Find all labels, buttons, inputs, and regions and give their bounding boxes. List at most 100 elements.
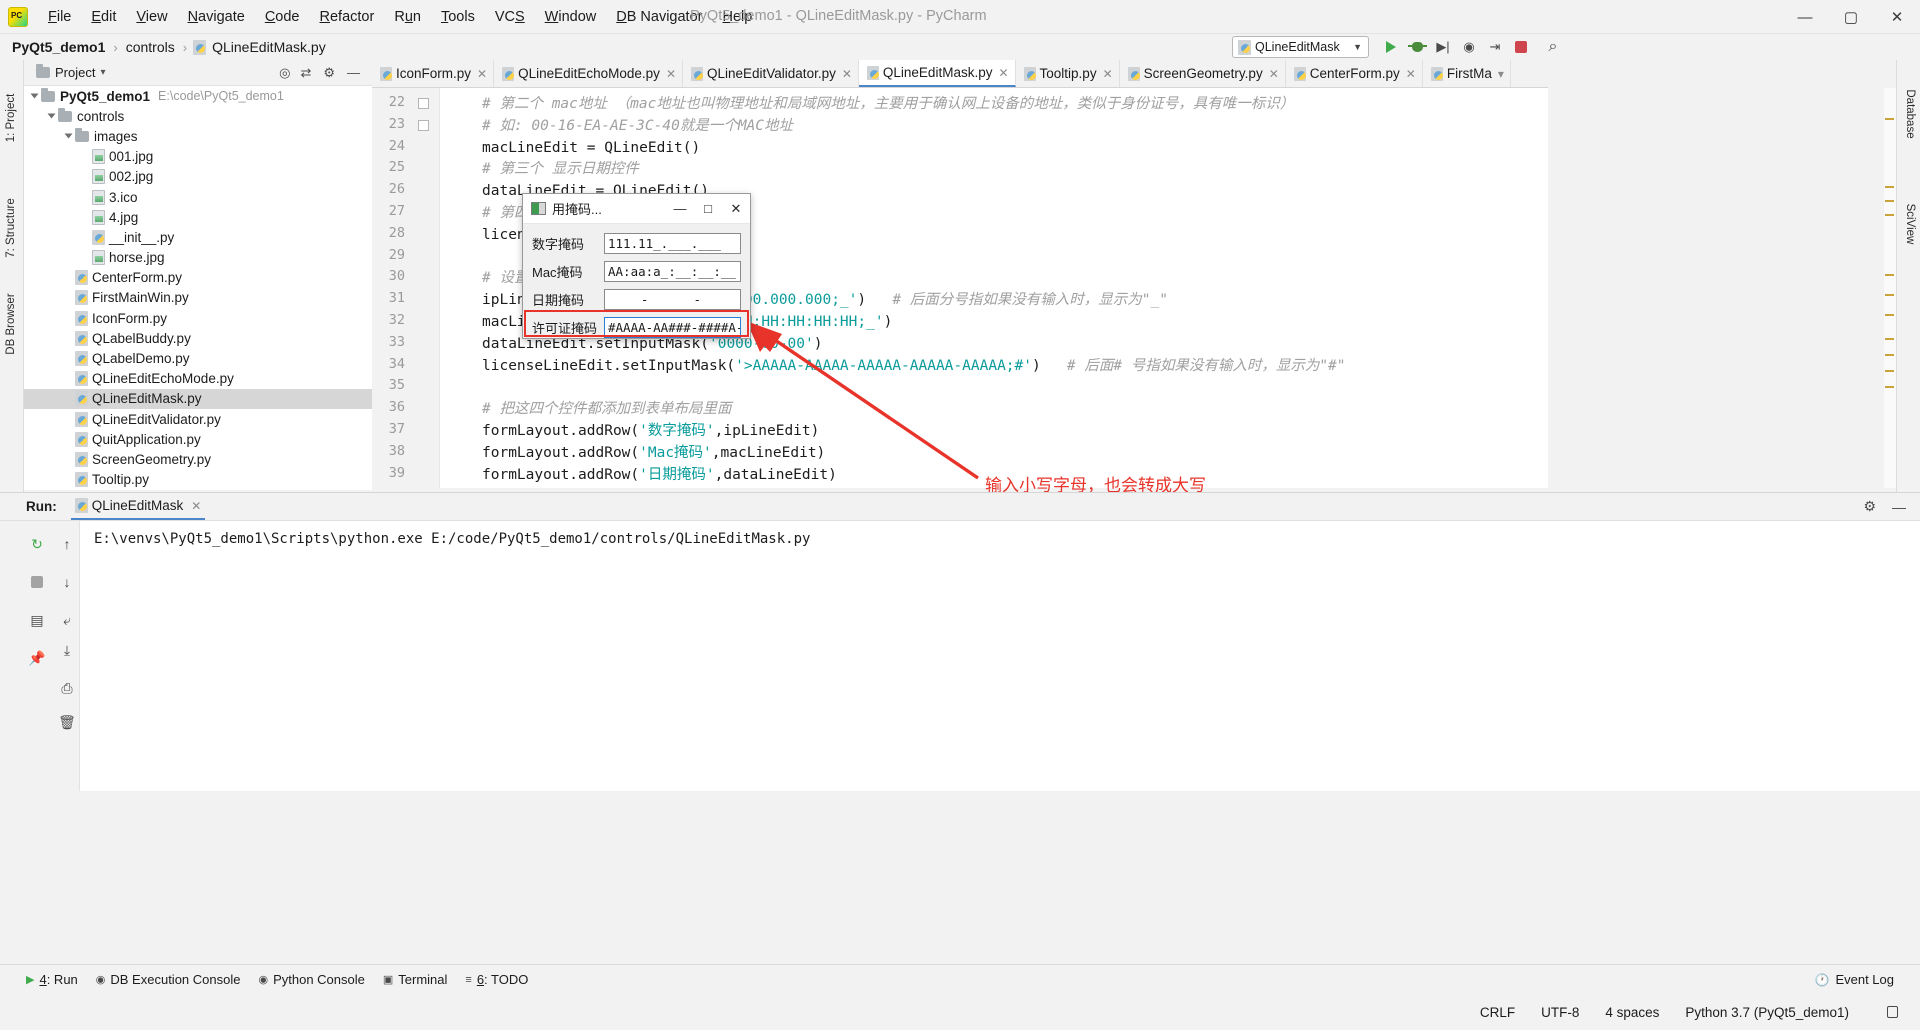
attach-process-button[interactable]: ⇥ xyxy=(1484,36,1506,58)
sidebar-item-database[interactable]: Database xyxy=(1904,74,1916,154)
input-date-mask[interactable]: - - xyxy=(604,288,741,310)
tab-iconform[interactable]: IconForm.py ✕ xyxy=(372,60,495,87)
tab-qlineeditechomode[interactable]: QLineEditEchoMode.py ✕ xyxy=(494,60,683,87)
menu-file[interactable]: File xyxy=(38,6,81,28)
chevron-down-icon[interactable] xyxy=(30,93,39,99)
tab-screengeometry[interactable]: ScreenGeometry.py ✕ xyxy=(1120,60,1286,87)
status-interpreter[interactable]: Python 3.7 (PyQt5_demo1) xyxy=(1685,1005,1849,1020)
bottom-item-terminal[interactable]: ▣ Terminal xyxy=(383,972,448,987)
soft-wrap-icon[interactable]: ⤶ xyxy=(56,609,78,631)
pin-icon[interactable]: 📌 xyxy=(26,647,48,669)
tab-close-icon[interactable]: ✕ xyxy=(666,67,676,81)
menu-view[interactable]: View xyxy=(126,6,177,28)
tree-item[interactable]: images xyxy=(24,126,372,146)
tree-item[interactable]: QLineEditValidator.py xyxy=(24,409,372,429)
code-line[interactable]: formLayout.addRow('日期掩码',dataLineEdit) xyxy=(482,465,837,487)
chevron-down-icon[interactable]: ▾ xyxy=(100,67,105,78)
code-line[interactable]: if __name__ == '__main__' xyxy=(482,486,735,488)
tree-item[interactable]: 4.jpg xyxy=(24,207,372,227)
hide-icon[interactable]: — xyxy=(347,65,360,80)
trash-icon[interactable]: 🗑 xyxy=(56,711,78,733)
tree-item[interactable]: controls xyxy=(24,106,372,126)
code-line[interactable]: formLayout.addRow('Mac掩码',macLineEdit) xyxy=(482,443,825,465)
breadcrumb-folder[interactable]: controls xyxy=(124,39,177,55)
tab-close-icon[interactable]: ✕ xyxy=(1269,67,1279,81)
threads-icon[interactable]: ▤ xyxy=(26,609,48,631)
lock-icon[interactable] xyxy=(1887,1006,1898,1018)
code-fold-icon[interactable] xyxy=(418,120,429,131)
window-maximize-button[interactable]: ▢ xyxy=(1828,0,1874,34)
bottom-item-run[interactable]: ▶ 4: Run xyxy=(26,972,78,987)
input-license-mask[interactable]: #AAAA-AA###-####A-### xyxy=(604,316,741,338)
run-tab-close-icon[interactable]: ✕ xyxy=(191,499,201,513)
menu-run[interactable]: Run xyxy=(384,6,431,28)
code-line[interactable]: # 把这四个控件都添加到表单布局里面 xyxy=(482,399,731,421)
input-numeric-mask[interactable]: 111.11_.___.___ xyxy=(604,232,741,254)
code-line[interactable]: macLineEdit = QLineEdit() xyxy=(482,138,700,160)
event-log-button[interactable]: 🕐 Event Log xyxy=(1815,972,1895,987)
tree-item[interactable]: horse.jpg xyxy=(24,248,372,268)
tab-close-icon[interactable]: ✕ xyxy=(842,67,852,81)
locate-icon[interactable]: ◎ xyxy=(279,65,290,81)
sidebar-item-db-browser[interactable]: DB Browser xyxy=(5,291,17,357)
tab-firstmainwin[interactable]: FirstMa ▾ xyxy=(1423,60,1511,87)
tree-item[interactable]: CenterForm.py xyxy=(24,268,372,288)
editor-scrollbar[interactable] xyxy=(1884,88,1896,488)
tree-item[interactable]: __init__.py xyxy=(24,227,372,247)
scroll-down-icon[interactable]: ↓ xyxy=(56,571,78,593)
tree-item[interactable]: QuitApplication.py xyxy=(24,429,372,449)
menu-navigate[interactable]: Navigate xyxy=(178,6,255,28)
coverage-button[interactable]: ▶| xyxy=(1432,36,1454,58)
bottom-item-python-console[interactable]: ◉ Python Console xyxy=(258,972,364,987)
chevron-down-icon[interactable]: ▾ xyxy=(1498,67,1504,81)
bottom-item-db-execution-console[interactable]: ◉ DB Execution Console xyxy=(96,972,241,987)
stop-button[interactable] xyxy=(1510,36,1532,58)
code-line[interactable]: # 第二个 mac地址 （mac地址也叫物理地址和局域网地址，主要用于确认网上设… xyxy=(482,94,1294,116)
breadcrumb-project[interactable]: PyQt5_demo1 xyxy=(0,39,107,55)
menu-edit[interactable]: Edit xyxy=(81,6,126,28)
tab-close-icon[interactable]: ✕ xyxy=(477,67,487,81)
run-button[interactable] xyxy=(1380,36,1402,58)
gear-icon[interactable]: ⚙ xyxy=(1863,498,1876,515)
project-tree[interactable]: PyQt5_demo1 E:\code\PyQt5_demo1 controls im… xyxy=(24,86,372,490)
tree-item[interactable]: QLabelDemo.py xyxy=(24,348,372,368)
run-configuration-selector[interactable]: QLineEditMask ▼ xyxy=(1232,36,1369,58)
tab-tooltip[interactable]: Tooltip.py ✕ xyxy=(1016,60,1120,87)
dialog-maximize-button[interactable]: □ xyxy=(694,201,722,216)
status-encoding[interactable]: UTF-8 xyxy=(1541,1005,1579,1020)
input-mac-mask[interactable]: AA:aa:a_:__:__:__ xyxy=(604,260,741,282)
window-close-button[interactable]: ✕ xyxy=(1874,0,1920,34)
tree-item[interactable]: QLineEditEchoMode.py xyxy=(24,369,372,389)
sidebar-item-sciview[interactable]: SciView xyxy=(1904,184,1916,264)
dialog-title-bar[interactable]: 用掩码... — □ ✕ xyxy=(523,194,750,224)
menu-vcs[interactable]: VCS xyxy=(485,6,535,28)
tab-qlineeditmask[interactable]: QLineEditMask.py ✕ xyxy=(858,60,1016,87)
export-icon[interactable]: ⤓ xyxy=(56,639,78,661)
tab-qlineeditvalidator[interactable]: QLineEditValidator.py ✕ xyxy=(683,60,859,87)
chevron-down-icon[interactable]: ▼ xyxy=(1353,42,1362,52)
tree-item[interactable]: ScreenGeometry.py xyxy=(24,449,372,469)
menu-window[interactable]: Window xyxy=(535,6,607,28)
menu-refactor[interactable]: Refactor xyxy=(310,6,385,28)
status-indent[interactable]: 4 spaces xyxy=(1605,1005,1659,1020)
status-line-separator[interactable]: CRLF xyxy=(1480,1005,1515,1020)
tree-item[interactable]: QLabelBuddy.py xyxy=(24,328,372,348)
dialog-close-button[interactable]: ✕ xyxy=(722,201,750,217)
tree-item[interactable]: IconForm.py xyxy=(24,308,372,328)
sidebar-item-structure[interactable]: 7: Structure xyxy=(5,195,17,261)
profile-button[interactable]: ◉ xyxy=(1458,36,1480,58)
dialog-minimize-button[interactable]: — xyxy=(666,201,694,216)
tree-item[interactable]: 3.ico xyxy=(24,187,372,207)
bottom-item-todo[interactable]: ≡ 6: TODO xyxy=(465,972,528,987)
tree-item[interactable]: 002.jpg xyxy=(24,167,372,187)
code-line[interactable]: formLayout.addRow('数字掩码',ipLineEdit) xyxy=(482,421,819,443)
collapse-all-icon[interactable]: ⇄ xyxy=(300,65,311,81)
tab-close-icon[interactable]: ✕ xyxy=(1406,67,1416,81)
sidebar-item-project[interactable]: 1: Project xyxy=(5,85,17,151)
menu-tools[interactable]: Tools xyxy=(431,6,485,28)
tree-item[interactable]: QLineEditMask.py xyxy=(24,388,372,409)
tree-item[interactable]: PyQt5_demo1 E:\code\PyQt5_demo1 xyxy=(24,86,372,106)
window-minimize-button[interactable]: — xyxy=(1782,0,1828,34)
code-line[interactable]: # 如: 00-16-EA-AE-3C-40就是一个MAC地址 xyxy=(482,116,793,138)
print-icon[interactable]: ⎙ xyxy=(56,677,78,699)
